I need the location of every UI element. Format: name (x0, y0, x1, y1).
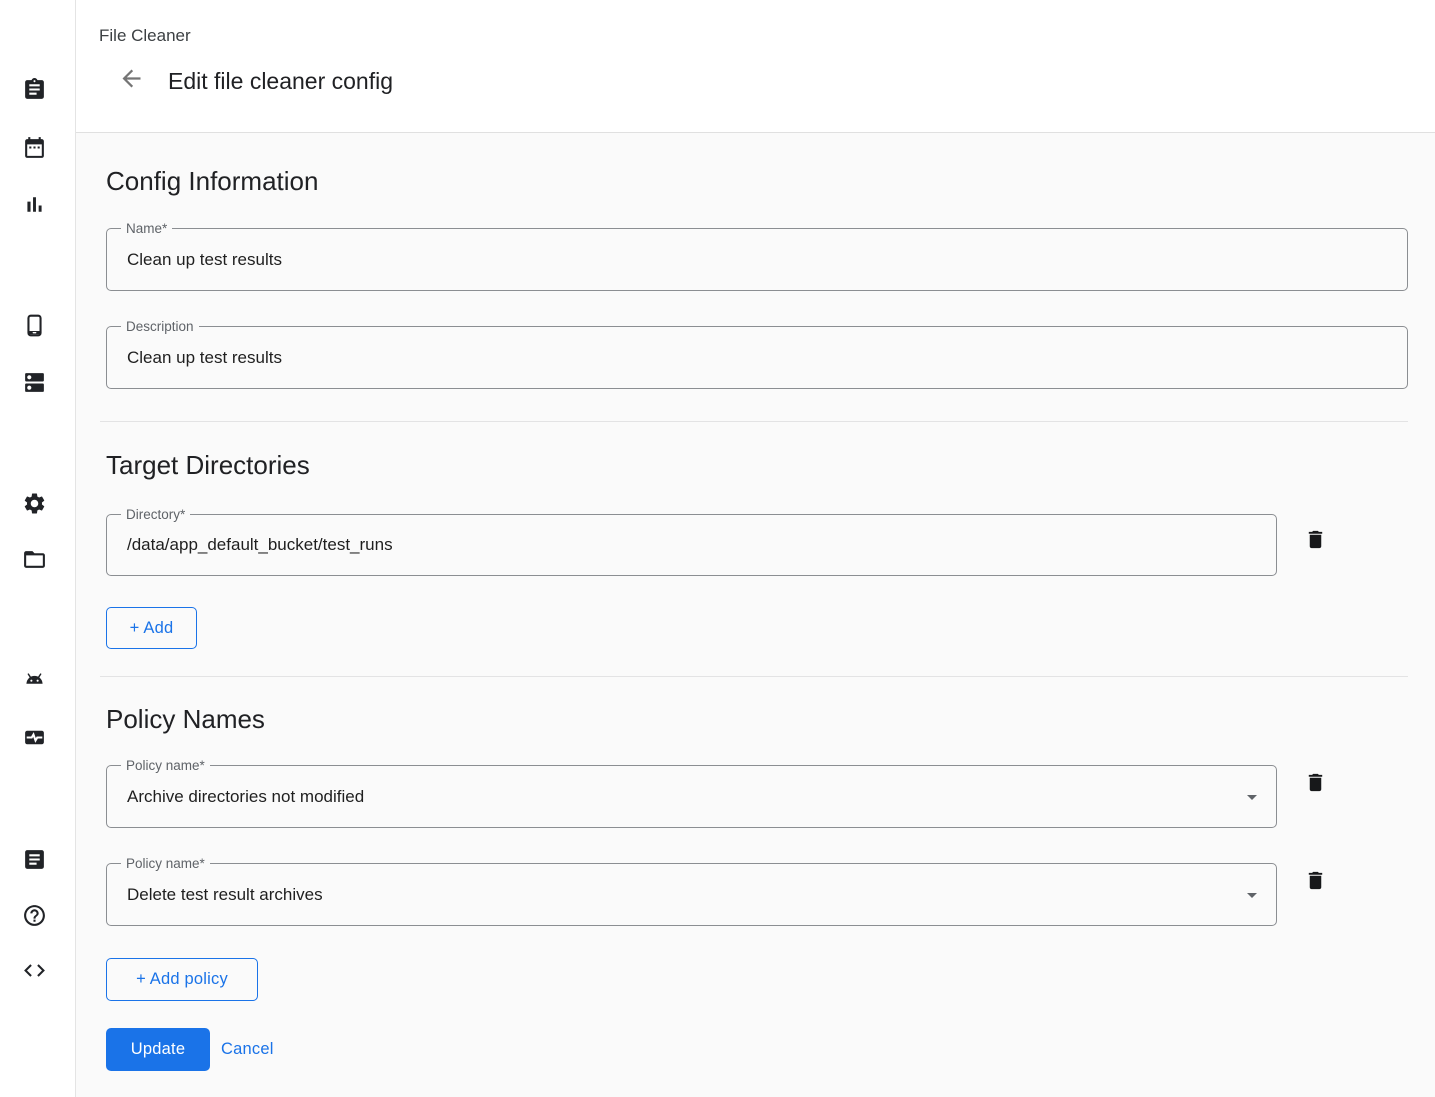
policy-name-value: Archive directories not modified (127, 787, 364, 807)
clipboard-icon (22, 77, 47, 105)
config-information-heading: Config Information (106, 166, 318, 197)
trash-icon (1304, 782, 1327, 797)
description-field-label: Description (121, 318, 199, 335)
android-icon (22, 668, 47, 696)
update-button[interactable]: Update (106, 1028, 210, 1071)
sidebar-item-devices[interactable] (21, 314, 47, 340)
add-policy-button[interactable]: + Add policy (106, 958, 258, 1001)
sidebar (0, 0, 76, 1097)
code-icon (22, 958, 47, 986)
directory-field-label: Directory* (121, 506, 190, 523)
chevron-down-icon (1240, 785, 1264, 809)
article-icon (22, 847, 47, 875)
name-field-value: Clean up test results (127, 250, 282, 270)
sidebar-item-tasks[interactable] (21, 78, 47, 104)
calendar-icon (22, 135, 47, 163)
name-field[interactable]: Name* Clean up test results (106, 228, 1408, 291)
page-title: Edit file cleaner config (168, 67, 393, 95)
policy-name-select-1[interactable]: Policy name* Archive directories not mod… (106, 765, 1277, 828)
folder-icon (22, 547, 47, 575)
activity-pulse-icon (22, 725, 47, 753)
policy-name-label: Policy name* (121, 855, 210, 872)
sidebar-item-metrics[interactable] (21, 193, 47, 219)
sidebar-item-servers[interactable] (21, 371, 47, 397)
dns-icon (22, 370, 47, 398)
app-title: File Cleaner (99, 25, 191, 46)
trash-icon (1304, 539, 1327, 554)
policy-name-label: Policy name* (121, 757, 210, 774)
policy-names-heading: Policy Names (106, 704, 265, 735)
add-directory-button[interactable]: + Add (106, 607, 197, 649)
target-directories-heading: Target Directories (106, 450, 310, 481)
sidebar-item-code[interactable] (21, 959, 47, 985)
section-divider (100, 676, 1408, 677)
page-header: File Cleaner Edit file cleaner config (76, 0, 1435, 133)
delete-policy-button-1[interactable] (1302, 771, 1328, 797)
smartphone-icon (22, 313, 47, 341)
section-divider (100, 421, 1408, 422)
delete-policy-button-2[interactable] (1302, 869, 1328, 895)
directory-field[interactable]: Directory* /data/app_default_bucket/test… (106, 514, 1277, 576)
description-field-value: Clean up test results (127, 348, 282, 368)
back-button[interactable] (116, 65, 146, 95)
cancel-button[interactable]: Cancel (213, 1028, 282, 1071)
arrow-back-icon (118, 80, 145, 95)
directory-field-value: /data/app_default_bucket/test_runs (127, 535, 393, 555)
bar-chart-icon (22, 192, 47, 220)
settings-gear-icon (22, 491, 47, 519)
chevron-down-icon (1240, 883, 1264, 907)
policy-name-select-2[interactable]: Policy name* Delete test result archives (106, 863, 1277, 926)
delete-directory-button[interactable] (1302, 528, 1328, 554)
sidebar-item-health[interactable] (21, 726, 47, 752)
trash-icon (1304, 880, 1327, 895)
name-field-label: Name* (121, 220, 172, 237)
sidebar-item-files[interactable] (21, 548, 47, 574)
sidebar-item-schedule[interactable] (21, 136, 47, 162)
sidebar-item-docs[interactable] (21, 848, 47, 874)
description-field[interactable]: Description Clean up test results (106, 326, 1408, 389)
sidebar-item-settings[interactable] (21, 492, 47, 518)
file-cleaner-screen: File Cleaner Edit file cleaner config Co… (0, 0, 1435, 1097)
policy-name-value: Delete test result archives (127, 885, 323, 905)
sidebar-item-help[interactable] (21, 904, 47, 930)
help-icon (22, 903, 47, 931)
sidebar-item-android[interactable] (21, 669, 47, 695)
